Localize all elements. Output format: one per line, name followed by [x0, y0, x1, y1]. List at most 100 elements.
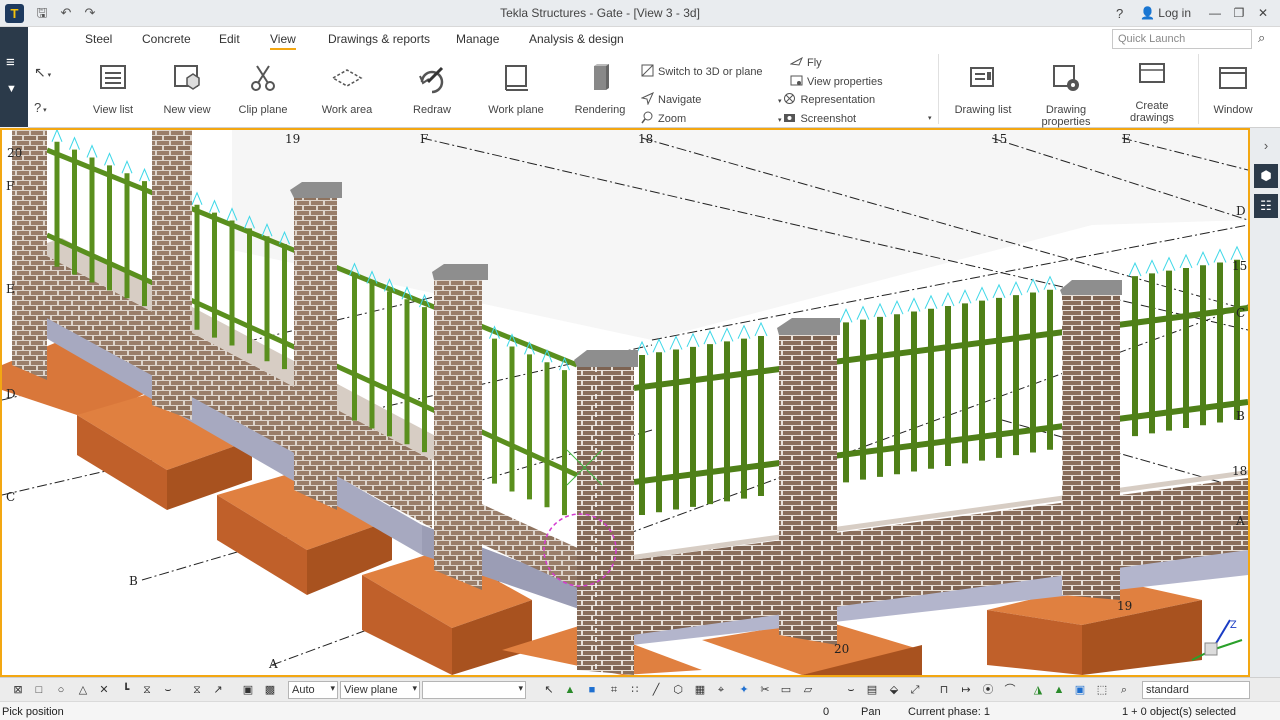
ribbon-group-expander[interactable]: ▾	[928, 111, 932, 123]
tab-concrete[interactable]: Concrete	[142, 32, 191, 46]
snap-green-alt-icon[interactable]: ▲	[1051, 682, 1067, 698]
grid-select-icon[interactable]: ⌗	[606, 682, 622, 698]
status-bar: Pick position 0 Pan Current phase: 1 1 +…	[0, 701, 1280, 720]
select-all-icon[interactable]: ⊠	[10, 682, 26, 698]
stack-icon[interactable]: ⬙	[886, 682, 902, 698]
line-icon[interactable]: ╱	[648, 682, 664, 698]
snap-geometry-icon[interactable]: ▩	[262, 682, 278, 698]
standard-select[interactable]: standard	[1142, 681, 1250, 699]
redraw-button[interactable]: Redraw	[397, 60, 467, 116]
query-icon[interactable]: ? ▾	[34, 100, 47, 115]
rendering-label: Rendering	[574, 104, 626, 116]
navigate-button[interactable]: Navigate	[641, 92, 701, 106]
user-icon: 👤	[1140, 6, 1155, 20]
view-list-label: View list	[92, 104, 134, 116]
standard-select-value: standard	[1146, 684, 1189, 696]
cross-icon[interactable]: ✕	[96, 682, 112, 698]
pointer-icon[interactable]: ↖	[541, 682, 557, 698]
fly-button[interactable]: Fly	[790, 55, 822, 69]
drawing-list-button[interactable]: Drawing list	[948, 60, 1018, 116]
dimension-icon[interactable]: ↦	[958, 682, 974, 698]
tab-edit[interactable]: Edit	[219, 32, 240, 46]
rectangle-icon[interactable]: □	[31, 682, 47, 698]
auto-select[interactable]: Auto ▾	[288, 681, 338, 699]
grid-label: 20	[7, 146, 22, 160]
diagonal-icon[interactable]: ⤢	[907, 682, 923, 698]
grid-label: A	[1235, 514, 1245, 528]
chevron-right-icon[interactable]: ›	[1254, 134, 1278, 158]
tab-analysis-design[interactable]: Analysis & design	[529, 32, 624, 46]
gate-3d-model[interactable]: Z 20 19 F 18 15 E F E D C B A D 15 C B 1…	[2, 130, 1248, 675]
extension-icon[interactable]: ↗	[210, 682, 226, 698]
cube-icon[interactable]: ⬢	[1254, 164, 1278, 188]
weld-icon[interactable]: ✦	[736, 682, 752, 698]
midpoint-icon[interactable]: ⧖	[139, 682, 155, 698]
snap-frame-icon[interactable]: ⬚	[1094, 682, 1110, 698]
view-frame-icon[interactable]: ▭	[778, 682, 794, 698]
mesh-icon[interactable]: ▦	[692, 682, 708, 698]
new-view-icon	[174, 65, 200, 90]
properties-grid-icon[interactable]: ☷	[1254, 194, 1278, 218]
tab-steel[interactable]: Steel	[85, 32, 112, 46]
drawing-properties-button[interactable]: Drawing properties	[1031, 60, 1101, 128]
work-area-label: Work area	[321, 104, 373, 116]
perpendicular-icon[interactable]: ⌣	[160, 682, 176, 698]
tab-manage[interactable]: Manage	[456, 32, 499, 46]
clip-plane-button[interactable]: Clip plane	[228, 60, 298, 116]
window-title: Tekla Structures - Gate - [View 3 - 3d]	[500, 6, 700, 20]
snap-blue-icon[interactable]: ▣	[1072, 682, 1088, 698]
screenshot-button[interactable]: ▾ Screenshot	[778, 111, 856, 125]
switch-3d-icon	[641, 64, 654, 77]
plane-icon[interactable]: ▱	[800, 682, 816, 698]
grid-label: 18	[638, 132, 653, 146]
drawing-properties-label: Drawing properties	[1041, 104, 1091, 128]
beam-icon[interactable]: ⌣	[843, 682, 859, 698]
layer-icon[interactable]: ▤	[864, 682, 880, 698]
expand-down-icon[interactable]: ▼	[6, 81, 17, 97]
snap-green-icon[interactable]: ◮	[1030, 682, 1046, 698]
hamburger-menu-icon[interactable]: ≡	[6, 55, 15, 71]
create-drawings-button[interactable]: Create drawings	[1117, 56, 1187, 124]
select-blue-icon[interactable]: ■	[584, 682, 600, 698]
window-button[interactable]: Window	[1198, 60, 1268, 116]
corner-icon[interactable]: ┗	[118, 682, 134, 698]
tab-view[interactable]: View	[270, 32, 296, 50]
rendering-button[interactable]: Rendering	[565, 60, 635, 116]
work-plane-button[interactable]: Work plane	[481, 60, 551, 116]
view-list-button[interactable]: View list	[78, 60, 148, 116]
circle-icon[interactable]: ○	[53, 682, 69, 698]
help-icon[interactable]: ?	[1116, 6, 1123, 21]
representation-button[interactable]: ▾ Representation	[778, 92, 875, 106]
cut-icon[interactable]: ✂	[757, 682, 773, 698]
search-icon[interactable]: ⌕	[1258, 30, 1265, 46]
plane-select[interactable]: View plane ▾	[340, 681, 420, 699]
arc-icon[interactable]: ⌒	[1002, 682, 1018, 698]
frame-icon[interactable]: ⊓	[936, 682, 952, 698]
select-arrow-icon[interactable]: ↖ ▾	[34, 64, 51, 81]
model-view-3d[interactable]: Z 20 19 F 18 15 E F E D C B A D 15 C B 1…	[0, 128, 1250, 677]
bolt-icon[interactable]: ⌖	[713, 682, 729, 698]
switch-3d-button[interactable]: Switch to 3D or plane	[641, 64, 763, 78]
snap-object-icon[interactable]: ▣	[240, 682, 256, 698]
rendering-icon	[594, 64, 609, 90]
title-bar: T 🖫 ↶ ↷ Tekla Structures - Gate - [View …	[0, 0, 1280, 27]
close-icon[interactable]: ✕	[1254, 5, 1272, 21]
new-view-button[interactable]: New view	[152, 60, 222, 116]
cube-select-icon[interactable]: ⬡	[670, 682, 686, 698]
zoom-snap-icon[interactable]: ⌕	[1116, 682, 1132, 698]
view-properties-button[interactable]: View properties	[790, 74, 883, 88]
work-area-button[interactable]: Work area	[312, 60, 382, 116]
tab-drawings-reports[interactable]: Drawings & reports	[328, 32, 430, 46]
select-green-icon[interactable]: ▲	[562, 682, 578, 698]
quick-launch-input[interactable]: Quick Launch	[1112, 29, 1252, 49]
restore-icon[interactable]: ❐	[1230, 5, 1248, 21]
link-icon[interactable]: ⦿	[980, 682, 996, 698]
triangle-icon[interactable]: △	[75, 682, 91, 698]
intersection-icon[interactable]: ⧖	[189, 682, 205, 698]
filter-select[interactable]: ▾	[422, 681, 526, 699]
create-drawings-icon	[1139, 63, 1165, 83]
minimize-icon[interactable]: —	[1206, 5, 1224, 21]
login-link[interactable]: 👤 Log in	[1140, 6, 1191, 20]
points-icon[interactable]: ∷	[627, 682, 643, 698]
zoom-button[interactable]: Zoom	[641, 111, 686, 125]
